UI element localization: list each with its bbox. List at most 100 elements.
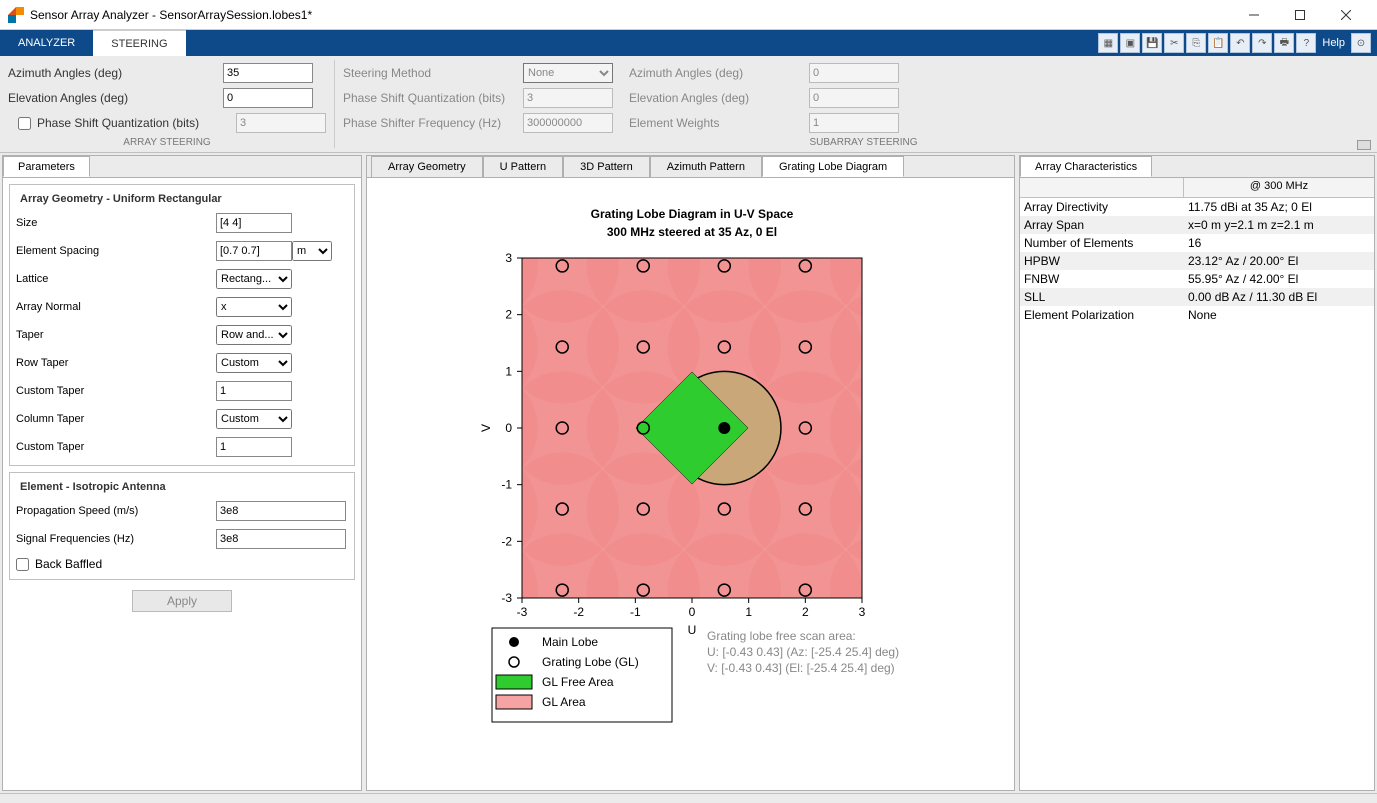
- spacing-unit-select[interactable]: m: [292, 241, 332, 261]
- psf-label: Phase Shifter Frequency (Hz): [343, 116, 523, 130]
- characteristic-row: HPBW23.12° Az / 20.00° El: [1020, 252, 1374, 270]
- element-legend: Element - Isotropic Antenna: [16, 481, 170, 493]
- svg-text:Grating Lobe Diagram in U-V Sp: Grating Lobe Diagram in U-V Space: [591, 207, 794, 221]
- svg-text:Grating lobe free scan area:: Grating lobe free scan area:: [707, 629, 856, 643]
- svg-text:0: 0: [505, 421, 512, 435]
- prop-input[interactable]: [216, 501, 346, 521]
- chart-area: Grating Lobe Diagram in U-V Space300 MHz…: [367, 178, 1014, 790]
- svg-text:0: 0: [689, 605, 696, 619]
- coltaper-label: Column Taper: [16, 413, 216, 425]
- psf-input: [523, 113, 613, 133]
- toolbar-undo-icon[interactable]: ↶: [1230, 33, 1250, 53]
- subarray-steering-group: SUBARRAY STEERING: [360, 137, 1367, 150]
- normal-select[interactable]: x: [216, 297, 292, 317]
- svg-text:2: 2: [802, 605, 809, 619]
- tab-grating-lobe[interactable]: Grating Lobe Diagram: [762, 156, 904, 177]
- tab-parameters[interactable]: Parameters: [3, 156, 90, 177]
- toolbar-menu-icon[interactable]: ⊙: [1351, 33, 1371, 53]
- visualization-panel: Array Geometry U Pattern 3D Pattern Azim…: [366, 155, 1015, 791]
- prop-label: Propagation Speed (m/s): [16, 505, 216, 517]
- psq-checkbox[interactable]: [18, 117, 31, 130]
- tab-steering[interactable]: STEERING: [93, 30, 185, 56]
- toolbar-print-icon[interactable]: 🖶: [1274, 33, 1294, 53]
- statusbar: [0, 793, 1377, 803]
- minimize-button[interactable]: [1231, 0, 1277, 30]
- toolbar-paste-icon[interactable]: 📋: [1208, 33, 1228, 53]
- toolbar-redo-icon[interactable]: ↷: [1252, 33, 1272, 53]
- toolbar-btn-2[interactable]: ▣: [1120, 33, 1140, 53]
- svg-text:Main Lobe: Main Lobe: [542, 635, 598, 649]
- characteristic-row: Array Directivity11.75 dBi at 35 Az; 0 E…: [1020, 198, 1374, 216]
- spacing-input[interactable]: [216, 241, 292, 261]
- sub-az-input: [809, 63, 899, 83]
- svg-text:3: 3: [859, 605, 866, 619]
- characteristic-row: Array Spanx=0 m y=2.1 m z=2.1 m: [1020, 216, 1374, 234]
- svg-text:-2: -2: [573, 605, 584, 619]
- sub-psq-input: [523, 88, 613, 108]
- svg-text:V: V: [479, 424, 493, 432]
- characteristic-row: Number of Elements16: [1020, 234, 1374, 252]
- custom2-input[interactable]: [216, 437, 292, 457]
- characteristics-panel: Array Characteristics @ 300 MHz Array Di…: [1019, 155, 1375, 791]
- svg-text:-3: -3: [517, 605, 528, 619]
- spacing-label: Element Spacing: [16, 245, 216, 257]
- toolbar-copy-icon[interactable]: ⎘: [1186, 33, 1206, 53]
- characteristic-row: Element PolarizationNone: [1020, 306, 1374, 324]
- tab-analyzer[interactable]: ANALYZER: [0, 30, 93, 56]
- svg-text:-1: -1: [501, 478, 512, 492]
- azimuth-input[interactable]: [223, 63, 313, 83]
- toolbar-btn-1[interactable]: ▦: [1098, 33, 1118, 53]
- psq-input: [236, 113, 326, 133]
- tab-array-geometry[interactable]: Array Geometry: [371, 156, 483, 177]
- svg-text:Grating Lobe (GL): Grating Lobe (GL): [542, 655, 639, 669]
- custom2-label: Custom Taper: [16, 441, 216, 453]
- expand-toolstrip-icon[interactable]: [1357, 140, 1371, 150]
- element-fieldset: Element - Isotropic Antenna Propagation …: [9, 472, 355, 580]
- method-select[interactable]: None: [523, 63, 613, 83]
- svg-text:-2: -2: [501, 534, 512, 548]
- tab-3d-pattern[interactable]: 3D Pattern: [563, 156, 650, 177]
- rowtaper-label: Row Taper: [16, 357, 216, 369]
- svg-text:U: U: [688, 623, 697, 637]
- elevation-input[interactable]: [223, 88, 313, 108]
- app-logo-icon: [8, 7, 24, 23]
- parameters-panel: Parameters Array Geometry - Uniform Rect…: [2, 155, 362, 791]
- apply-button[interactable]: Apply: [132, 590, 232, 612]
- sub-psq-label: Phase Shift Quantization (bits): [343, 91, 523, 105]
- quick-access-toolbar: ▦ ▣ 💾 ✂ ⎘ 📋 ↶ ↷ 🖶 ? Help ⊙: [1098, 30, 1377, 56]
- tab-array-characteristics[interactable]: Array Characteristics: [1020, 156, 1152, 177]
- array-steering-group: ARRAY STEERING: [8, 137, 326, 150]
- svg-text:GL Area: GL Area: [542, 695, 586, 709]
- custom1-input[interactable]: [216, 381, 292, 401]
- taper-select[interactable]: Row and...: [216, 325, 292, 345]
- window-title: Sensor Array Analyzer - SensorArraySessi…: [30, 8, 1231, 22]
- ew-input: [809, 113, 899, 133]
- help-link[interactable]: Help: [1322, 37, 1345, 49]
- normal-label: Array Normal: [16, 301, 216, 313]
- svg-text:GL Free Area: GL Free Area: [542, 675, 614, 689]
- close-button[interactable]: [1323, 0, 1369, 30]
- maximize-button[interactable]: [1277, 0, 1323, 30]
- back-baffled-label: Back Baffled: [35, 557, 102, 571]
- sub-el-input: [809, 88, 899, 108]
- svg-text:V: [-0.43 0.43] (El: [-25.4 25: V: [-0.43 0.43] (El: [-25.4 25.4] deg): [707, 661, 895, 675]
- freq-input[interactable]: [216, 529, 346, 549]
- tab-azimuth-pattern[interactable]: Azimuth Pattern: [650, 156, 762, 177]
- custom1-label: Custom Taper: [16, 385, 216, 397]
- characteristic-row: SLL0.00 dB Az / 11.30 dB El: [1020, 288, 1374, 306]
- size-input[interactable]: [216, 213, 292, 233]
- rowtaper-select[interactable]: Custom: [216, 353, 292, 373]
- back-baffled-checkbox[interactable]: [16, 558, 29, 571]
- coltaper-select[interactable]: Custom: [216, 409, 292, 429]
- sub-el-label: Elevation Angles (deg): [629, 91, 809, 105]
- toolbar-help-icon[interactable]: ?: [1296, 33, 1316, 53]
- toolbar-cut-icon[interactable]: ✂: [1164, 33, 1184, 53]
- array-geometry-fieldset: Array Geometry - Uniform Rectangular Siz…: [9, 184, 355, 466]
- svg-text:1: 1: [745, 605, 752, 619]
- freq-label: Signal Frequencies (Hz): [16, 533, 216, 545]
- toolbar-save-icon[interactable]: 💾: [1142, 33, 1162, 53]
- lattice-select[interactable]: Rectang...: [216, 269, 292, 289]
- tab-u-pattern[interactable]: U Pattern: [483, 156, 563, 177]
- svg-text:1: 1: [505, 364, 512, 378]
- svg-text:-1: -1: [630, 605, 641, 619]
